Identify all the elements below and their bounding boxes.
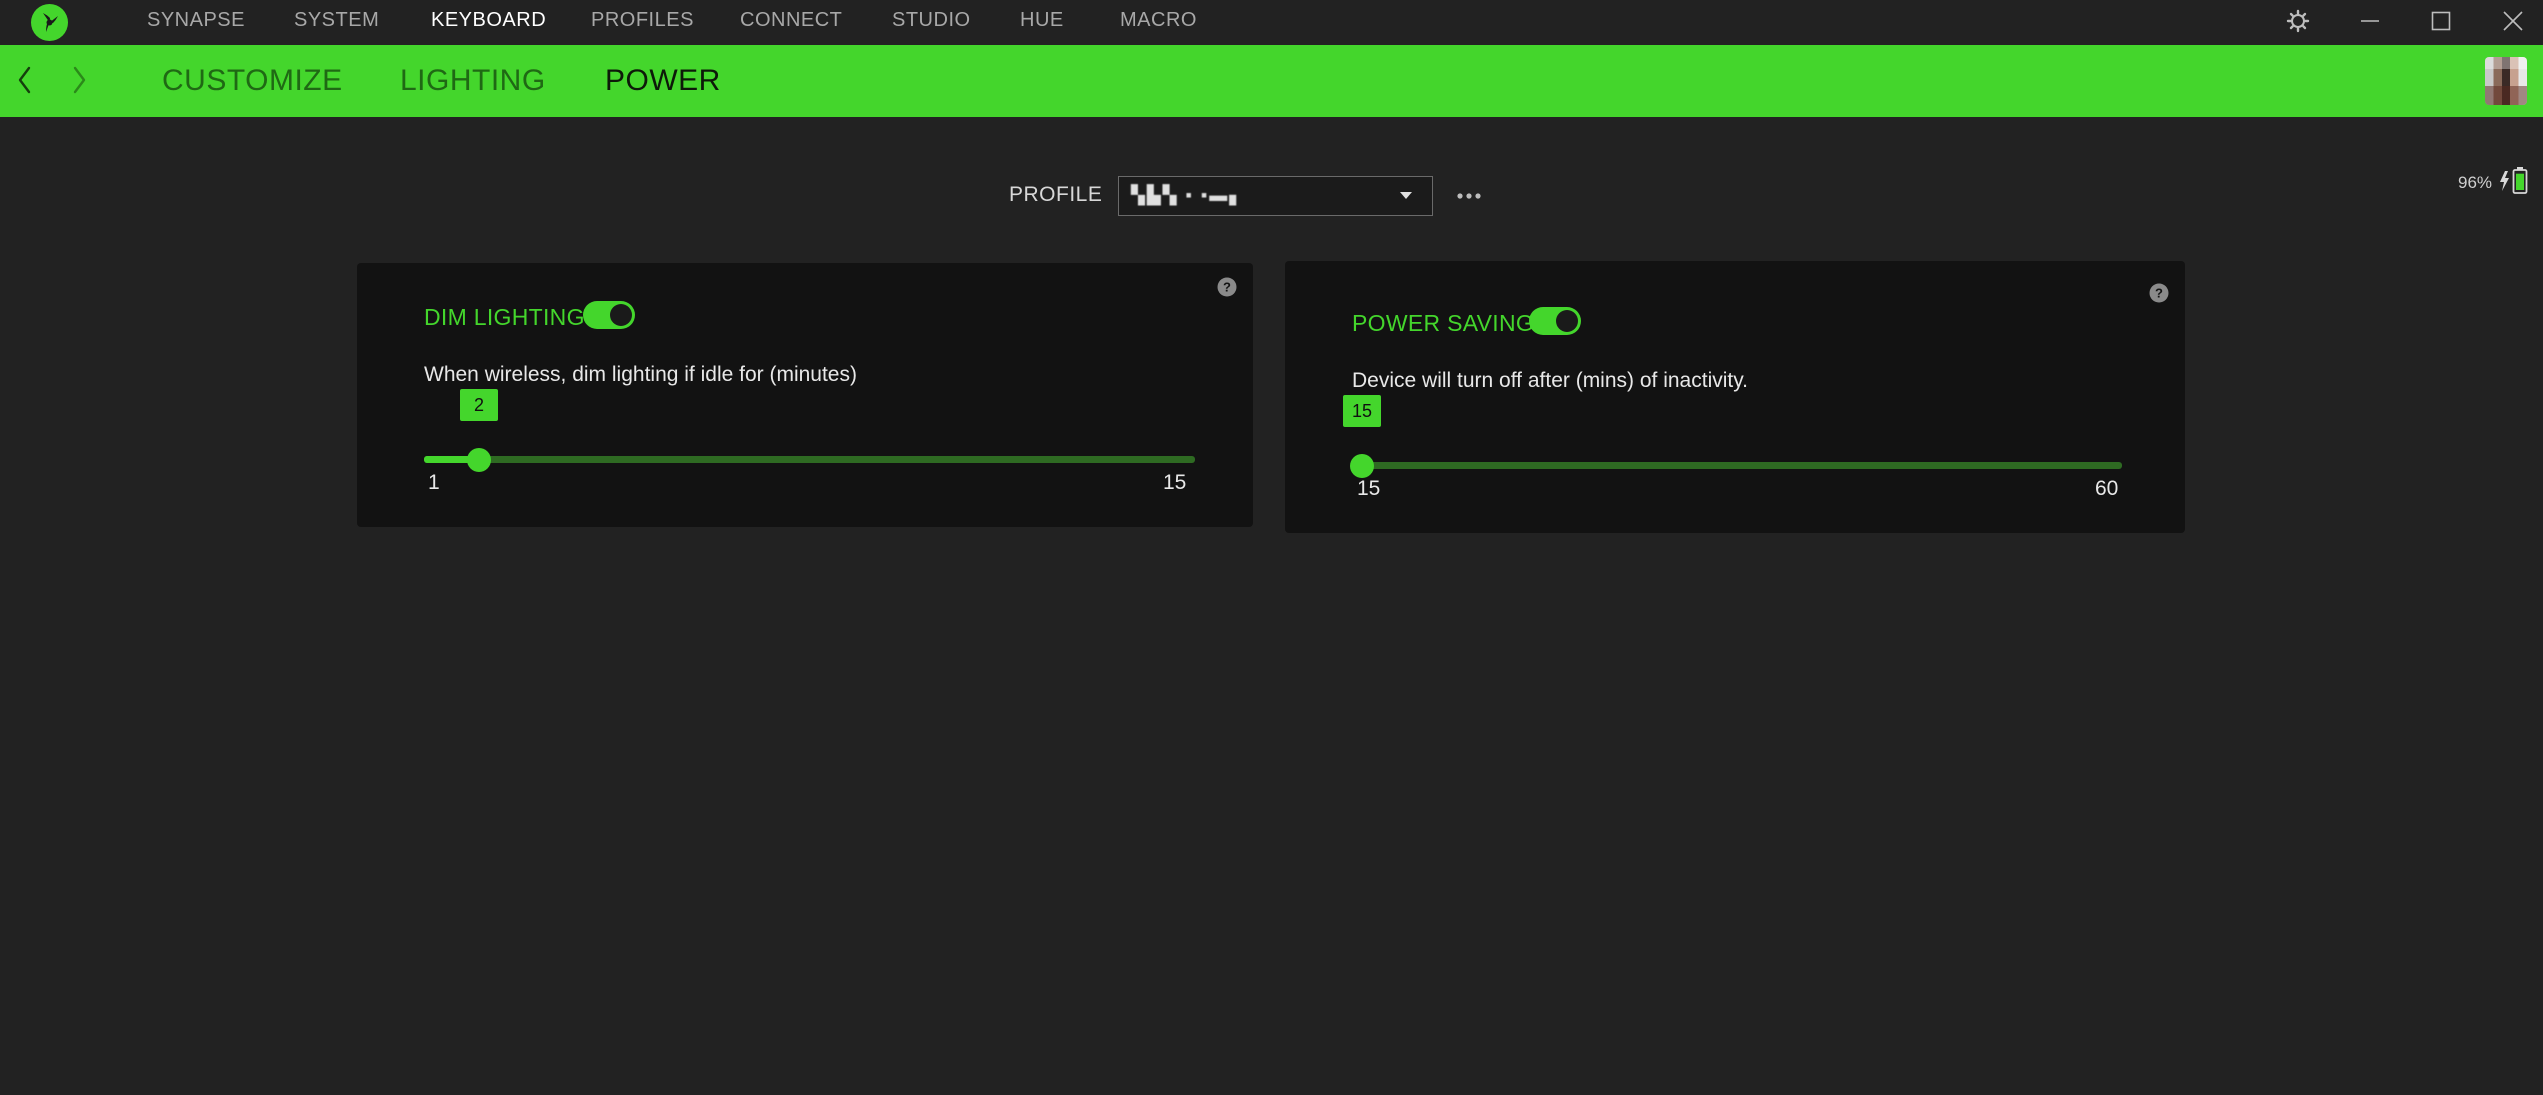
forward-arrow-icon[interactable] [60, 45, 100, 117]
battery-percent: 96% [2458, 173, 2493, 192]
dim-slider-max-label: 15 [1163, 471, 1187, 494]
slider-value-bubble: 2 [460, 389, 499, 421]
top-nav-synapse[interactable]: SYNAPSE [147, 9, 245, 32]
profile-dropdown[interactable]: ▚▙▚ ▪ ▪▬▖ [1118, 176, 1433, 216]
back-arrow-icon[interactable] [5, 45, 45, 117]
sub-nav: CUSTOMIZE LIGHTING POWER [0, 45, 2543, 117]
dim-lighting-card: ? DIM LIGHTING When wireless, dim lighti… [357, 263, 1253, 527]
toggle-knob [1556, 310, 1578, 332]
caret-down-icon [1400, 192, 1412, 199]
dim-lighting-slider[interactable]: 2 [424, 389, 1195, 475]
more-options-button[interactable] [1452, 182, 1486, 210]
power-saving-toggle[interactable] [1529, 307, 1581, 335]
svg-text:?: ? [1223, 280, 1231, 295]
power-slider-max-label: 60 [2095, 477, 2119, 500]
slider-value-bubble: 15 [1343, 395, 1381, 427]
power-slider-min-label: 15 [1357, 477, 1381, 500]
profile-selected-value: ▚▙▚ ▪ ▪▬▖ [1131, 185, 1246, 205]
top-nav-hue[interactable]: HUE [1020, 9, 1064, 32]
power-saving-slider[interactable]: 15 [1343, 395, 2122, 481]
slider-thumb[interactable] [1350, 454, 1374, 478]
toggle-knob [610, 304, 632, 326]
help-icon[interactable]: ? [2149, 283, 2169, 303]
top-nav-system[interactable]: SYSTEM [294, 9, 379, 32]
dim-slider-min-label: 1 [428, 471, 440, 494]
power-saving-description: Device will turn off after (mins) of ina… [1352, 369, 1749, 392]
top-nav-studio[interactable]: STUDIO [892, 9, 971, 32]
tab-lighting[interactable]: LIGHTING [400, 64, 546, 98]
close-icon[interactable] [2483, 0, 2543, 42]
avatar[interactable] [2485, 57, 2527, 105]
minimize-icon[interactable] [2340, 0, 2400, 42]
svg-text:?: ? [2155, 286, 2163, 301]
title-bar: SYNAPSE SYSTEM KEYBOARD PROFILES CONNECT… [0, 0, 2543, 45]
slider-thumb[interactable] [467, 448, 492, 472]
more-dots-icon [1457, 193, 1481, 199]
battery-charging-icon [2500, 167, 2528, 194]
slider-track [1362, 462, 2122, 469]
slider-track [424, 456, 1195, 463]
dim-lighting-toggle[interactable] [583, 301, 635, 329]
top-nav-keyboard[interactable]: KEYBOARD [431, 9, 546, 32]
help-icon[interactable]: ? [1217, 277, 1237, 297]
maximize-icon[interactable] [2411, 0, 2471, 42]
tab-customize[interactable]: CUSTOMIZE [162, 64, 343, 98]
top-nav-macro[interactable]: MACRO [1120, 9, 1197, 32]
power-saving-title: POWER SAVING [1352, 310, 1535, 336]
dim-lighting-description: When wireless, dim lighting if idle for … [424, 363, 857, 386]
top-nav-profiles[interactable]: PROFILES [591, 9, 694, 32]
top-nav-connect[interactable]: CONNECT [740, 9, 842, 32]
profile-label: PROFILE [1009, 183, 1103, 206]
settings-gear-icon[interactable] [2268, 0, 2328, 42]
tab-power[interactable]: POWER [605, 64, 721, 98]
razer-logo-icon[interactable] [31, 4, 68, 41]
dim-lighting-title: DIM LIGHTING [424, 304, 585, 330]
power-saving-card: ? POWER SAVING Device will turn off afte… [1285, 261, 2185, 533]
